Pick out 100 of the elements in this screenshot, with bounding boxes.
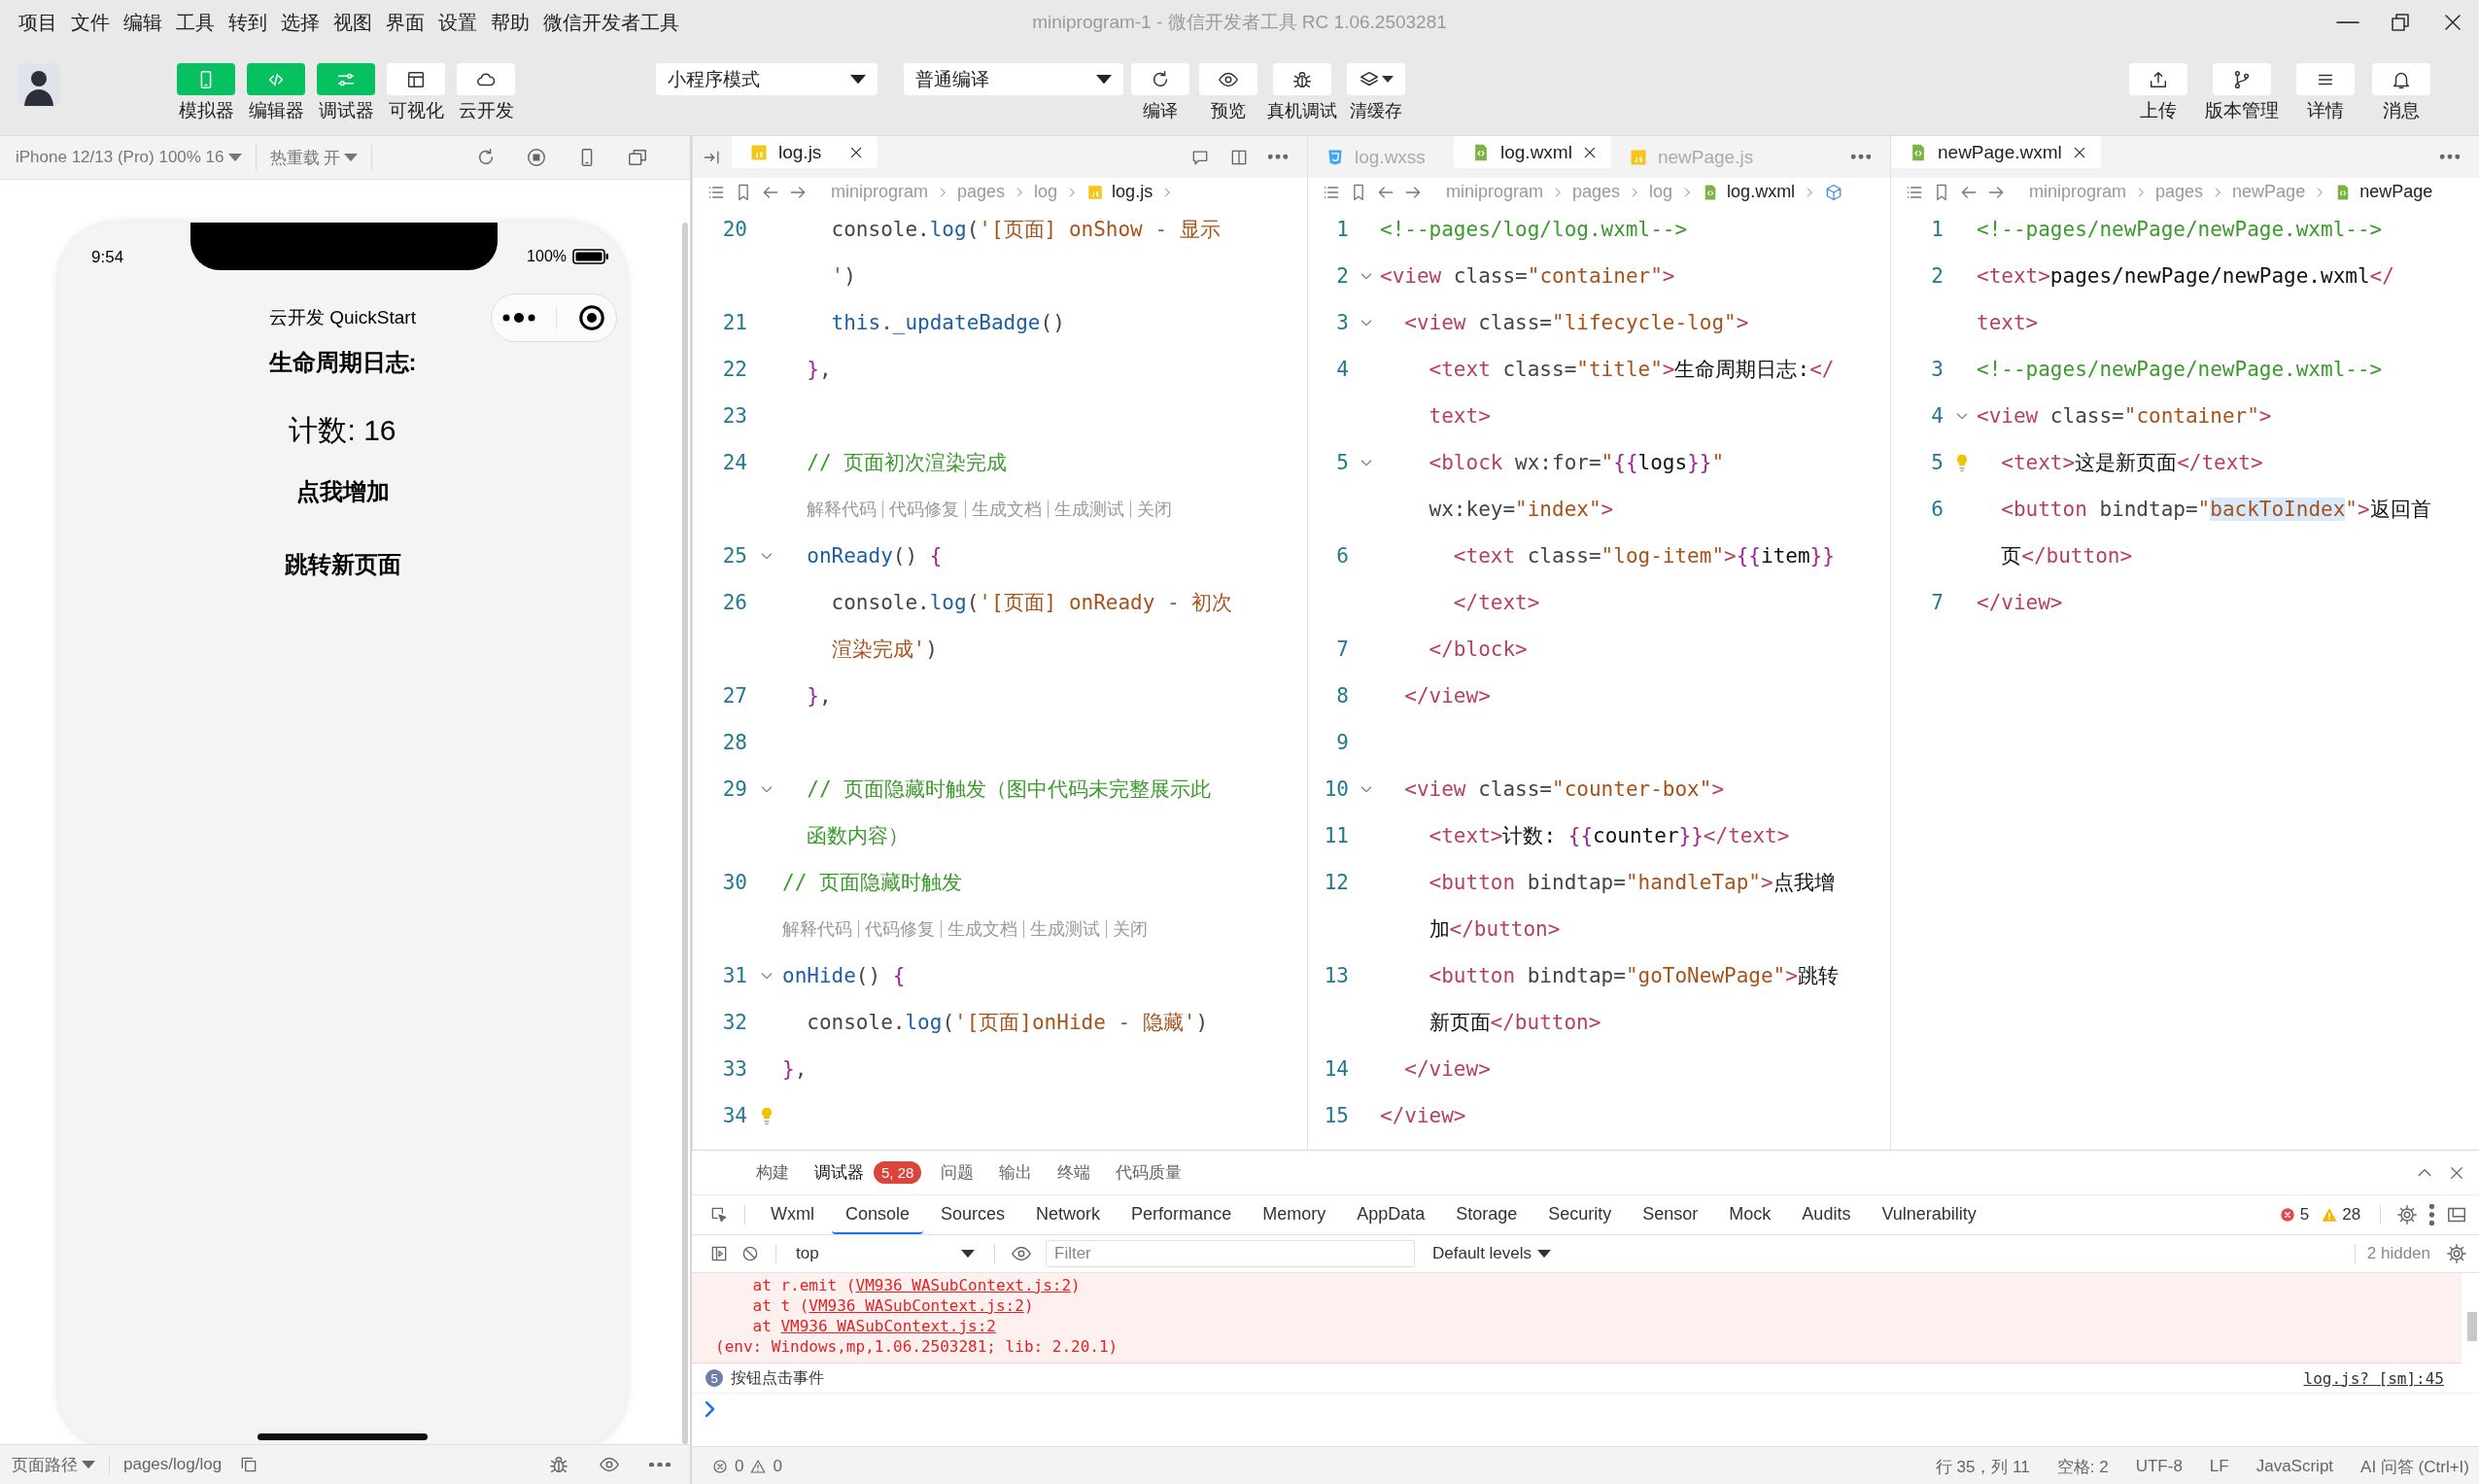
devtools-tab[interactable]: Performance — [1118, 1195, 1246, 1234]
more-icon — [649, 1462, 671, 1467]
devtools-tab[interactable]: Security — [1534, 1195, 1626, 1234]
code-line: onReady() { — [806, 544, 943, 568]
toolbar-button[interactable] — [2296, 63, 2355, 95]
view-toggle-button[interactable] — [247, 63, 305, 95]
toolbar-label: 预览 — [1211, 100, 1246, 122]
levels-select[interactable]: Default levels — [1432, 1244, 1552, 1263]
menu-item[interactable]: 选择 — [274, 9, 327, 36]
devtools-tab[interactable]: Sensor — [1629, 1195, 1712, 1234]
scrollbar-thumb[interactable] — [2467, 1312, 2477, 1341]
code-line: }, — [782, 1057, 808, 1081]
status-item[interactable]: 行 35，列 11 — [1935, 1455, 2030, 1478]
menu-item[interactable]: 文件 — [64, 9, 117, 36]
devtools-tab[interactable]: Sources — [927, 1195, 1019, 1234]
line-number: 21 — [722, 311, 747, 334]
count-badge: 5, 28 — [874, 1161, 922, 1184]
devtools-tab[interactable]: Audits — [1788, 1195, 1865, 1234]
devtools-tab[interactable]: Network — [1022, 1195, 1115, 1234]
status-item[interactable]: 空格: 2 — [2056, 1455, 2109, 1478]
code-line: <view class="container"> — [1977, 404, 2272, 428]
mode-select[interactable]: 小程序模式 — [656, 63, 878, 95]
devtools-tab[interactable]: Wxml — [757, 1195, 828, 1234]
source-link[interactable]: log.js? [sm]:45 — [2303, 1368, 2444, 1388]
repeat-count-badge: 5 — [706, 1369, 723, 1387]
menu-item[interactable]: 视图 — [327, 9, 379, 36]
line-number: 20 — [722, 218, 747, 241]
panel-tab[interactable]: 终端 — [1048, 1156, 1101, 1190]
view-toggle-button[interactable] — [317, 63, 375, 95]
toolbar-button[interactable] — [2372, 63, 2430, 95]
code-line: <text>计数: {{counter}}</text> — [1428, 823, 1790, 849]
caret-icon — [1537, 1249, 1552, 1259]
code-line: 渲染完成') — [830, 637, 938, 663]
code-line: </view> — [1977, 591, 2063, 614]
code-line: </view> — [1403, 684, 1491, 707]
capsule-menu[interactable] — [491, 293, 617, 342]
caret-icon — [850, 74, 866, 85]
page-button[interactable]: 跳转新页面 — [284, 549, 401, 580]
menu-item[interactable]: 帮助 — [484, 9, 536, 36]
compile-select[interactable]: 普通编译 — [904, 63, 1123, 95]
breadcrumb-item[interactable]: log.wxml — [1727, 182, 1796, 202]
panel-tab[interactable]: 输出 — [989, 1156, 1043, 1190]
view-toggle-button[interactable] — [387, 63, 445, 95]
file-tab[interactable]: log.js — [732, 136, 878, 168]
menu-item[interactable]: 界面 — [379, 9, 431, 36]
line-number: 23 — [722, 404, 747, 428]
breadcrumb-item[interactable]: log.js — [1112, 182, 1153, 202]
context-select[interactable]: top — [788, 1244, 982, 1263]
more-icon — [1851, 155, 1871, 159]
sidebar-icon — [709, 1244, 729, 1263]
toolbar-button[interactable] — [2129, 63, 2187, 95]
device-select[interactable]: iPhone 12/13 (Pro) 100% 16 — [16, 148, 256, 167]
status-time: 9:54 — [91, 248, 125, 267]
devtools-tab[interactable]: Memory — [1249, 1195, 1340, 1234]
toolbar-button[interactable] — [1199, 63, 1257, 95]
breadcrumb-item[interactable]: newPage — [2359, 182, 2433, 202]
panel-tab[interactable]: 代码质量 — [1106, 1156, 1192, 1190]
line-number: 1 — [1931, 218, 1944, 241]
page-path-select[interactable]: 页面路径 — [12, 1453, 95, 1476]
hot-reload-select[interactable]: 热重载 开 — [269, 146, 372, 169]
view-toggle-button[interactable] — [177, 63, 235, 95]
line-number: 14 — [1324, 1057, 1349, 1081]
devtools-tab[interactable]: Vulnerability — [1868, 1195, 1990, 1234]
menu-item[interactable]: 项目 — [12, 9, 64, 36]
devtools-tab[interactable]: Mock — [1715, 1195, 1785, 1234]
avatar[interactable] — [17, 63, 60, 106]
status-item[interactable]: JavaScript — [2255, 1457, 2334, 1476]
more-icon — [1268, 155, 1288, 159]
line-number: 4 — [1931, 404, 1944, 428]
code-line: onHide() { — [782, 964, 906, 987]
code-line: 加</button> — [1428, 916, 1561, 943]
status-item[interactable]: AI 问答 (Ctrl+I) — [2360, 1455, 2469, 1478]
code-line: this._updateBadge() — [830, 311, 1065, 334]
scrollbar[interactable] — [682, 223, 688, 1444]
filter-field[interactable]: Filter — [1046, 1240, 1415, 1267]
panel-tab[interactable]: 构建 — [746, 1156, 799, 1190]
file-tab[interactable]: newPage.wxml — [1891, 136, 2101, 168]
toolbar-button[interactable] — [2213, 63, 2271, 95]
menu-item[interactable]: 编辑 — [117, 9, 169, 36]
devtools-tab[interactable]: Storage — [1442, 1195, 1532, 1234]
toolbar-label: 云开发 — [458, 99, 514, 122]
status-item[interactable]: LF — [2209, 1457, 2229, 1476]
menu-item[interactable]: 转到 — [222, 9, 274, 36]
menu-item[interactable]: 微信开发者工具 — [536, 9, 686, 36]
panel-tab[interactable]: 问题 — [931, 1156, 984, 1190]
toolbar-button[interactable] — [1347, 63, 1405, 95]
page-button[interactable]: 点我增加 — [295, 476, 390, 507]
toolbar-button[interactable] — [1273, 63, 1331, 95]
menu-item[interactable]: 设置 — [431, 9, 484, 36]
file-tab[interactable]: log.wxml — [1454, 136, 1611, 168]
line-number: 24 — [722, 451, 747, 474]
status-item[interactable]: UTF-8 — [2135, 1457, 2183, 1476]
stack-line: at t (VM936 WASubContext.js:2) — [751, 1295, 1035, 1316]
menu-item[interactable]: 工具 — [169, 9, 222, 36]
line-number: 2 — [1336, 264, 1349, 288]
view-toggle-button[interactable] — [457, 63, 515, 95]
devtools-tab[interactable]: AppData — [1343, 1195, 1439, 1234]
line-number: 8 — [1336, 684, 1349, 707]
error-icon — [711, 1458, 729, 1475]
toolbar-button[interactable] — [1131, 63, 1189, 95]
